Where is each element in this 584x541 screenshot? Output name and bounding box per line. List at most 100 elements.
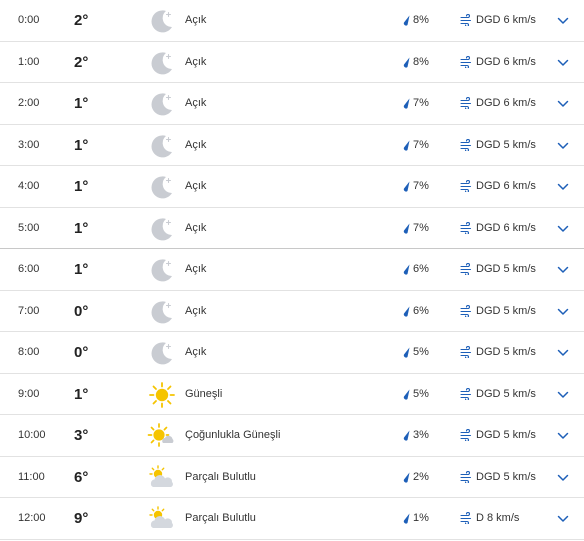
partly-cloudy-icon [147, 463, 177, 493]
hour-wind: DGD 6 km/s [476, 97, 536, 109]
hour-row[interactable]: 9:00 1° Güneşli 5% DGD 5 km/s [0, 374, 584, 415]
hour-time: 10:00 [18, 429, 46, 441]
raindrop-icon [402, 223, 411, 234]
wind-icon [460, 14, 472, 26]
hour-condition: Açık [185, 304, 207, 317]
hour-wind: DGD 5 km/s [476, 138, 536, 151]
hour-wind: DGD 5 km/s [476, 429, 536, 441]
hour-row[interactable]: 12:00 9° Parçalı Bulutlu 1% D 8 km/s [0, 498, 584, 540]
hour-temperature: 1° [74, 219, 89, 237]
hour-wind: DGD 5 km/s [476, 304, 536, 317]
hour-precipitation: 3% [413, 429, 429, 441]
wind-icon [460, 180, 472, 192]
hour-row[interactable]: 11:00 6° Parçalı Bulutlu 2% DGD 5 km/s [0, 457, 584, 498]
hour-condition: Açık [185, 263, 207, 275]
wind-icon [460, 263, 472, 275]
partly-cloudy-icon [147, 504, 177, 534]
hour-row[interactable]: 10:00 3° Çoğunlukla Güneşli 3% DGD 5 km/s [0, 415, 584, 457]
raindrop-icon [402, 430, 411, 441]
raindrop-icon [402, 15, 411, 26]
hour-temperature: 6° [74, 468, 89, 486]
moon-clear-icon [147, 214, 177, 244]
hour-wind: DGD 6 km/s [476, 221, 536, 234]
wind-icon [460, 429, 472, 441]
moon-clear-icon [147, 48, 177, 78]
hour-row[interactable]: 5:00 1° Açık 7% DGD 6 km/s [0, 208, 584, 249]
hour-time: 6:00 [18, 263, 40, 275]
hour-time: 7:00 [18, 304, 40, 317]
hour-time: 3:00 [18, 138, 40, 151]
raindrop-icon [402, 98, 411, 109]
chevron-down-icon[interactable] [556, 429, 570, 443]
hour-time: 8:00 [18, 346, 40, 358]
hour-time: 5:00 [18, 221, 40, 234]
wind-icon [460, 387, 472, 400]
hour-precipitation: 8% [413, 55, 429, 68]
raindrop-icon [402, 472, 411, 483]
hour-time: 12:00 [18, 512, 46, 524]
chevron-down-icon[interactable] [556, 471, 570, 485]
chevron-down-icon[interactable] [556, 139, 570, 153]
hour-precipitation: 7% [413, 138, 429, 151]
hour-row[interactable]: 8:00 0° Açık 5% DGD 5 km/s [0, 332, 584, 374]
hour-precipitation: 6% [413, 263, 429, 275]
hour-precipitation: 7% [413, 97, 429, 109]
hour-wind: D 8 km/s [476, 512, 520, 524]
hour-time: 4:00 [18, 180, 40, 192]
hour-wind: DGD 5 km/s [476, 470, 536, 483]
hour-row[interactable]: 0:00 2° Açık 8% DGD 6 km/s [0, 0, 584, 42]
raindrop-icon [402, 306, 411, 317]
wind-icon [460, 55, 472, 68]
chevron-down-icon[interactable] [556, 56, 570, 70]
hour-time: 9:00 [18, 387, 40, 400]
hour-wind: DGD 6 km/s [476, 14, 536, 26]
raindrop-icon [402, 389, 411, 400]
hour-condition: Parçalı Bulutlu [185, 470, 256, 483]
hour-condition: Açık [185, 55, 207, 68]
hour-row[interactable]: 7:00 0° Açık 6% DGD 5 km/s [0, 291, 584, 332]
hour-row[interactable]: 4:00 1° Açık 7% DGD 6 km/s [0, 166, 584, 208]
hour-row[interactable]: 2:00 1° Açık 7% DGD 6 km/s [0, 83, 584, 125]
hour-temperature: 2° [74, 12, 89, 29]
chevron-down-icon[interactable] [556, 97, 570, 111]
chevron-down-icon[interactable] [556, 512, 570, 526]
hour-temperature: 1° [74, 261, 89, 278]
wind-icon [460, 138, 472, 151]
hour-temperature: 1° [74, 95, 89, 112]
hour-row[interactable]: 1:00 2° Açık 8% DGD 6 km/s [0, 42, 584, 83]
wind-icon [460, 304, 472, 317]
hour-precipitation: 5% [413, 346, 429, 358]
raindrop-icon [402, 264, 411, 275]
hour-row[interactable]: 3:00 1° Açık 7% DGD 5 km/s [0, 125, 584, 166]
moon-clear-icon [147, 172, 177, 202]
chevron-down-icon[interactable] [556, 388, 570, 402]
wind-icon [460, 221, 472, 234]
chevron-down-icon[interactable] [556, 222, 570, 236]
moon-clear-icon [147, 338, 177, 368]
sun-icon [147, 380, 177, 410]
chevron-down-icon[interactable] [556, 346, 570, 360]
hour-time: 2:00 [18, 97, 40, 109]
wind-icon [460, 97, 472, 109]
hour-row[interactable]: 6:00 1° Açık 6% DGD 5 km/s [0, 249, 584, 291]
raindrop-icon [402, 181, 411, 192]
chevron-down-icon[interactable] [556, 305, 570, 319]
hour-time: 1:00 [18, 55, 40, 68]
hour-condition: Açık [185, 138, 207, 151]
hour-condition: Parçalı Bulutlu [185, 512, 256, 524]
moon-clear-icon [147, 131, 177, 161]
chevron-down-icon[interactable] [556, 180, 570, 194]
chevron-down-icon[interactable] [556, 263, 570, 277]
hour-condition: Açık [185, 14, 207, 26]
chevron-down-icon[interactable] [556, 14, 570, 28]
moon-clear-icon [147, 6, 177, 36]
hour-condition: Açık [185, 221, 207, 234]
hour-temperature: 2° [74, 53, 89, 71]
raindrop-icon [402, 140, 411, 151]
moon-clear-icon [147, 297, 177, 327]
hour-wind: DGD 5 km/s [476, 346, 536, 358]
hour-wind: DGD 5 km/s [476, 263, 536, 275]
hour-precipitation: 8% [413, 14, 429, 26]
moon-clear-icon [147, 255, 177, 285]
hour-condition: Çoğunlukla Güneşli [185, 429, 281, 441]
